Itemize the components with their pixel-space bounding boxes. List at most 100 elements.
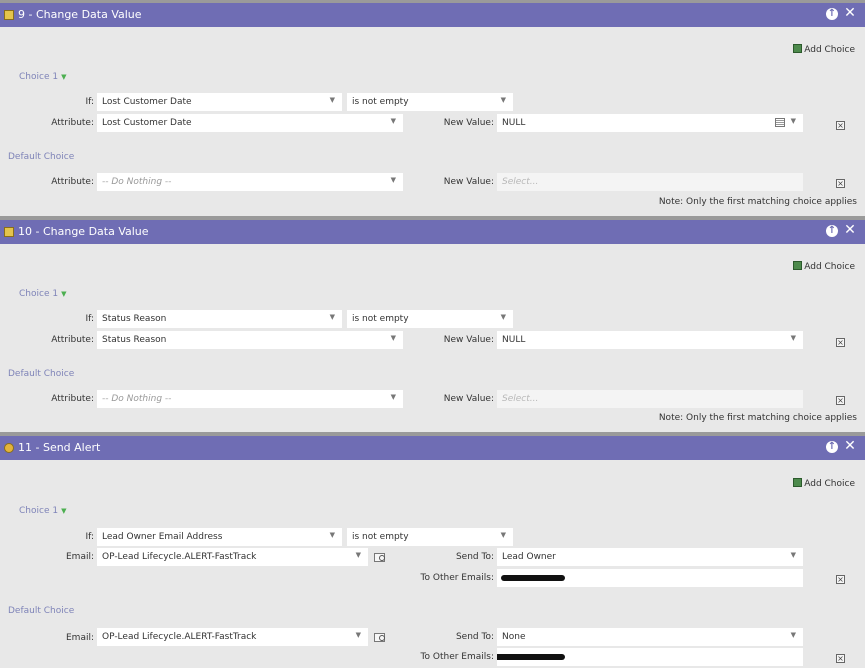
add-choice-button[interactable]: Add Choice [793, 478, 855, 489]
redacted-scribble [501, 575, 565, 581]
email-value: OP-Lead Lifecycle.ALERT-FastTrack [102, 632, 257, 642]
operator-select[interactable]: is not empty ▼ [347, 93, 513, 111]
other-emails-label: To Other Emails: [420, 573, 494, 583]
close-icon[interactable]: ✕ [844, 6, 856, 20]
default-other-emails-input[interactable] [497, 648, 803, 666]
new-value-label: New Value: [443, 118, 494, 128]
delete-choice-icon[interactable]: × [836, 396, 845, 405]
choice-label: Choice 1 [19, 72, 59, 82]
new-value-label: New Value: [443, 394, 494, 404]
close-icon[interactable]: ✕ [844, 439, 856, 453]
send-to-label: Send To: [455, 552, 494, 562]
chevron-down-icon: ▼ [790, 551, 796, 559]
choice-note: Note: Only the first matching choice app… [658, 197, 857, 207]
attribute-select[interactable]: Status Reason ▼ [97, 331, 403, 349]
choice-1-toggle[interactable]: Choice 1 ▼ [19, 506, 66, 516]
default-choice-label: Default Choice [8, 152, 75, 162]
operator-value: is not empty [352, 532, 409, 542]
default-email-select[interactable]: OP-Lead Lifecycle.ALERT-FastTrack ▼ [97, 628, 368, 646]
send-to-value: None [502, 632, 526, 642]
chevron-down-icon: ▼ [329, 531, 335, 539]
email-label: Email: [65, 633, 94, 643]
delete-choice-icon[interactable]: × [836, 338, 845, 347]
default-choice-label: Default Choice [8, 369, 75, 379]
step-header[interactable]: 9 - Change Data Value ↑ ✕ [0, 3, 865, 27]
default-new-value-input[interactable]: Select... [497, 173, 803, 191]
default-attribute-select[interactable]: -- Do Nothing -- ▼ [97, 173, 403, 191]
new-value-placeholder: Select... [502, 177, 539, 187]
default-new-value-input[interactable]: Select... [497, 390, 803, 408]
send-to-label: Send To: [455, 632, 494, 642]
send-to-value: Lead Owner [502, 552, 556, 562]
flow-step-10: 10 - Change Data Value ↑ ✕ Add Choice Ch… [0, 216, 865, 433]
choice-1-toggle[interactable]: Choice 1 ▼ [19, 289, 66, 299]
attribute-select[interactable]: Lost Customer Date ▼ [97, 114, 403, 132]
flow-step-11: 11 - Send Alert ↑ ✕ Add Choice Choice 1 ▼… [0, 432, 865, 668]
delete-choice-icon[interactable]: × [836, 121, 845, 130]
if-label: If: [85, 314, 94, 324]
add-choice-label: Add Choice [804, 262, 855, 272]
if-field-value: Lead Owner Email Address [102, 532, 223, 542]
chevron-down-icon: ▼ [790, 631, 796, 639]
step-header[interactable]: 11 - Send Alert ↑ ✕ [0, 436, 865, 460]
attribute-value: Lost Customer Date [102, 118, 192, 128]
choice-1-toggle[interactable]: Choice 1 ▼ [19, 72, 66, 82]
delete-choice-icon[interactable]: × [836, 575, 845, 584]
add-choice-button[interactable]: Add Choice [793, 261, 855, 272]
chevron-down-icon: ▼ [500, 313, 506, 321]
delete-choice-icon[interactable]: × [836, 179, 845, 188]
if-field-select[interactable]: Status Reason ▼ [97, 310, 342, 328]
attribute-label: Attribute: [51, 118, 94, 128]
step-title: 9 - Change Data Value [18, 8, 142, 21]
choice-note: Note: Only the first matching choice app… [658, 413, 857, 423]
if-field-select[interactable]: Lost Customer Date ▼ [97, 93, 342, 111]
attribute-label: Attribute: [51, 335, 94, 345]
operator-select[interactable]: is not empty ▼ [347, 528, 513, 546]
preview-email-icon[interactable] [374, 633, 385, 642]
flow-step-9: 9 - Change Data Value ↑ ✕ Add Choice Cho… [0, 0, 865, 216]
new-value-input[interactable]: NULL ▼ [497, 114, 803, 132]
if-label: If: [85, 532, 94, 542]
new-value-label: New Value: [443, 177, 494, 187]
operator-select[interactable]: is not empty ▼ [347, 310, 513, 328]
email-select[interactable]: OP-Lead Lifecycle.ALERT-FastTrack ▼ [97, 548, 368, 566]
chevron-down-icon: ▼ [790, 117, 796, 125]
chevron-down-icon: ▼ [790, 334, 796, 342]
step-title: 11 - Send Alert [18, 441, 101, 454]
default-send-to-select[interactable]: None ▼ [497, 628, 803, 646]
preview-email-icon[interactable] [374, 553, 385, 562]
if-field-value: Lost Customer Date [102, 97, 192, 107]
send-to-select[interactable]: Lead Owner ▼ [497, 548, 803, 566]
chevron-down-icon: ▼ [61, 507, 67, 515]
add-choice-button[interactable]: Add Choice [793, 44, 855, 55]
add-choice-icon [793, 478, 803, 487]
default-choice-label: Default Choice [8, 606, 75, 616]
email-label: Email: [65, 552, 94, 562]
other-emails-input[interactable] [497, 569, 803, 587]
delete-choice-icon[interactable]: × [836, 654, 845, 663]
choice-label: Choice 1 [19, 506, 59, 516]
chevron-down-icon: ▼ [329, 313, 335, 321]
move-up-icon[interactable]: ↑ [826, 441, 838, 453]
close-icon[interactable]: ✕ [844, 223, 856, 237]
default-attribute-select[interactable]: -- Do Nothing -- ▼ [97, 390, 403, 408]
step-title: 10 - Change Data Value [18, 225, 149, 238]
chevron-down-icon: ▼ [61, 73, 67, 81]
attribute-value: Status Reason [102, 335, 167, 345]
change-data-value-icon [4, 10, 14, 20]
move-up-icon[interactable]: ↑ [826, 8, 838, 20]
if-label: If: [85, 97, 94, 107]
chevron-down-icon: ▼ [390, 176, 396, 184]
operator-value: is not empty [352, 314, 409, 324]
attribute-label: Attribute: [51, 394, 94, 404]
move-up-icon[interactable]: ↑ [826, 225, 838, 237]
new-value-select[interactable]: NULL ▼ [497, 331, 803, 349]
chevron-down-icon: ▼ [355, 551, 361, 559]
default-attribute-value: -- Do Nothing -- [102, 177, 172, 187]
calendar-icon[interactable] [775, 118, 785, 127]
if-field-select[interactable]: Lead Owner Email Address ▼ [97, 528, 342, 546]
step-header[interactable]: 10 - Change Data Value ↑ ✕ [0, 220, 865, 244]
chevron-down-icon: ▼ [329, 96, 335, 104]
other-emails-label: To Other Emails: [420, 652, 494, 662]
new-value-placeholder: Select... [502, 394, 539, 404]
